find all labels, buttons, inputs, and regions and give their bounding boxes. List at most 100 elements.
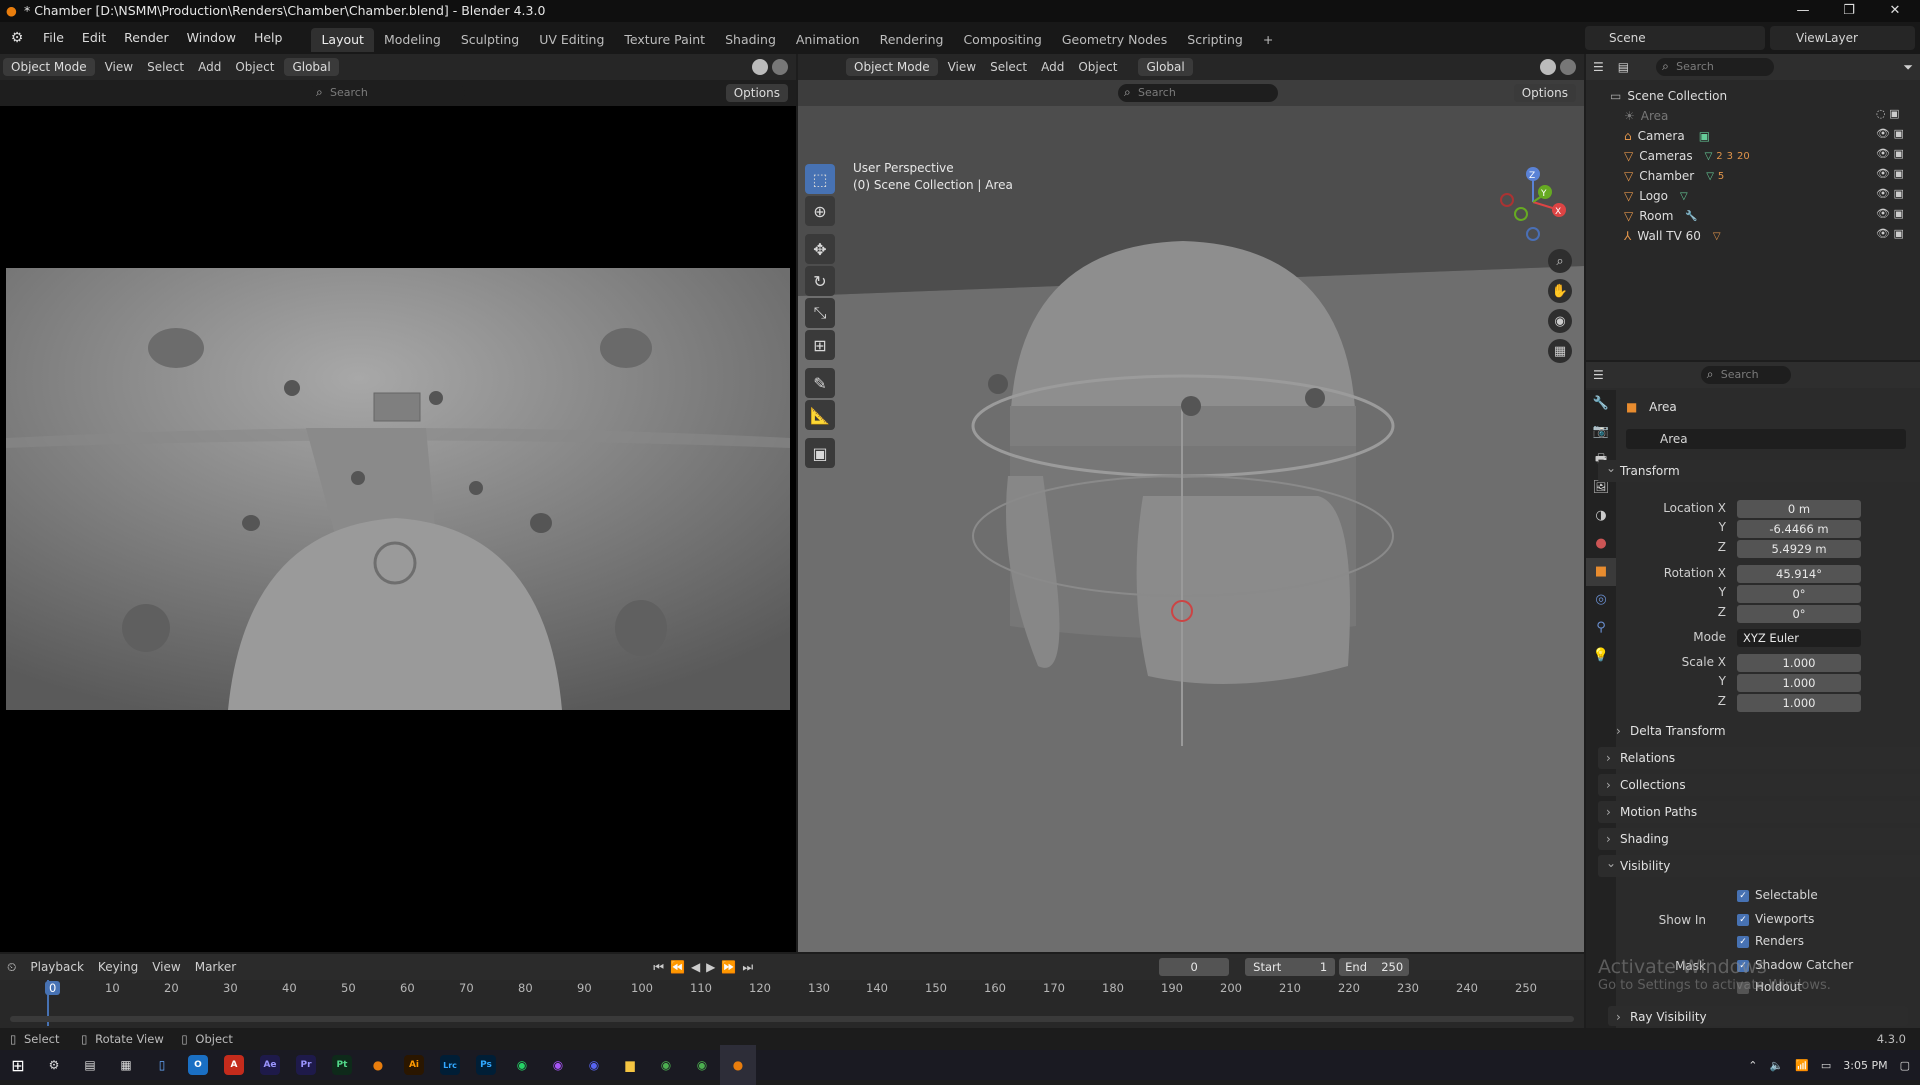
filter-icon[interactable]: ⏷ — [1896, 60, 1920, 75]
lightroom-icon[interactable]: Lrc — [432, 1045, 468, 1085]
eye-icon[interactable]: 👁 ▣ — [1876, 184, 1904, 204]
close-button[interactable]: ✕ — [1872, 0, 1918, 22]
pan-hand-icon[interactable]: ✋ — [1548, 279, 1572, 303]
tab-uv-editing[interactable]: UV Editing — [529, 28, 614, 52]
tool-tab-icon[interactable]: 🔧 — [1586, 390, 1616, 418]
relations-section[interactable]: Relations — [1598, 747, 1920, 769]
editor-type-icon[interactable]: ☰ — [1586, 60, 1611, 74]
outlook-icon[interactable]: O — [180, 1045, 216, 1085]
editor-type-icon[interactable]: ⏲ — [0, 960, 23, 975]
tab-layout[interactable]: Layout — [311, 28, 374, 52]
scale-x-field[interactable]: 1.000 — [1737, 654, 1861, 672]
material-shading-icon[interactable] — [1560, 59, 1576, 75]
object-name-field[interactable]: Area — [1626, 429, 1906, 449]
outliner-row-area[interactable]: ☀ Area — [1586, 106, 1920, 126]
tab-modeling[interactable]: Modeling — [374, 28, 451, 52]
scene-tab-icon[interactable]: ◑ — [1586, 502, 1616, 530]
blender-taskbar-icon[interactable]: ● — [360, 1045, 396, 1085]
menu-add[interactable]: Add — [1034, 60, 1071, 74]
photoshop-icon[interactable]: Ps — [468, 1045, 504, 1085]
solid-shading-icon[interactable] — [1540, 59, 1556, 75]
outliner-row-cameras[interactable]: ▽ Cameras ▽ 2 3 20 — [1586, 146, 1920, 166]
solid-shading-icon[interactable] — [752, 59, 768, 75]
blender-active-icon[interactable]: ● — [720, 1045, 756, 1085]
menu-view[interactable]: View — [145, 960, 187, 974]
ortho-grid-icon[interactable]: ▦ — [1548, 339, 1572, 363]
outliner-row-chamber[interactable]: ▽ Chamber ▽ 5 — [1586, 166, 1920, 186]
transform-tool[interactable]: ⊞ — [805, 330, 835, 360]
add-cube-tool[interactable]: ▣ — [805, 438, 835, 468]
camera-view-icon[interactable]: ◉ — [1548, 309, 1572, 333]
3d-viewport[interactable]: Object Mode View Select Add Object Globa… — [798, 54, 1584, 952]
menu-playback[interactable]: Playback — [23, 960, 91, 974]
tab-sculpting[interactable]: Sculpting — [451, 28, 529, 52]
wifi-icon[interactable]: 📶 — [1795, 1059, 1809, 1072]
shadow-catcher-checkbox[interactable]: ✓ Shadow Catcher — [1737, 958, 1853, 972]
current-frame-field[interactable]: 0 — [1159, 958, 1230, 976]
outliner-row-room[interactable]: ▽ Room 🔧 — [1586, 206, 1920, 226]
move-tool[interactable]: ✥ — [805, 234, 835, 264]
right-options-button[interactable]: Options — [1513, 84, 1576, 102]
right-search-input[interactable]: Search — [1118, 83, 1278, 102]
folder-icon[interactable]: ▆ — [612, 1045, 648, 1085]
collections-section[interactable]: Collections — [1598, 774, 1920, 796]
menu-select[interactable]: Select — [983, 60, 1034, 74]
left-options-button[interactable]: Options — [725, 84, 788, 102]
rotation-mode-select[interactable]: XYZ Euler — [1737, 629, 1861, 647]
eye-icon[interactable]: 👁 ▣ — [1876, 224, 1904, 244]
location-z-field[interactable]: 5.4929 m — [1737, 540, 1861, 558]
chevron-up-icon[interactable]: ⌃ — [1748, 1059, 1757, 1072]
eye-icon[interactable]: 👁 ▣ — [1876, 204, 1904, 224]
mode-select[interactable]: Object Mode — [846, 58, 938, 76]
windows-start-icon[interactable]: ⊞ — [0, 1045, 36, 1085]
illustrator-icon[interactable]: Ai — [396, 1045, 432, 1085]
restore-button[interactable]: ❐ — [1826, 0, 1872, 22]
object-tab-icon[interactable]: ■ — [1586, 558, 1616, 586]
pt-icon[interactable]: Pt — [324, 1045, 360, 1085]
calculator-icon[interactable]: ▦ — [108, 1045, 144, 1085]
menu-marker[interactable]: Marker — [188, 960, 243, 974]
location-y-field[interactable]: -6.4466 m — [1737, 520, 1861, 538]
scene-selector[interactable]: Scene — [1585, 26, 1765, 50]
after-effects-icon[interactable]: Ae — [252, 1045, 288, 1085]
measure-tool[interactable]: 📐 — [805, 400, 835, 430]
camera-viewport[interactable]: Object Mode View Select Add Object Globa… — [0, 54, 796, 952]
viewports-checkbox[interactable]: ✓ Viewports — [1737, 912, 1814, 926]
menu-view[interactable]: View — [98, 60, 140, 74]
constraints-tab-icon[interactable]: ⚲ — [1586, 614, 1616, 642]
scale-y-field[interactable]: 1.000 — [1737, 674, 1861, 692]
annotate-tool[interactable]: ✎ — [805, 368, 835, 398]
premiere-icon[interactable]: Pr — [288, 1045, 324, 1085]
object-data-tab-icon[interactable]: 💡 — [1586, 642, 1616, 670]
editor-type-icon[interactable]: ☰ — [1586, 368, 1611, 382]
settings-icon[interactable]: ⚙ — [36, 1045, 72, 1085]
location-x-field[interactable]: 0 m — [1737, 500, 1861, 518]
scale-tool[interactable]: ⤡ — [805, 298, 835, 328]
menu-view[interactable]: View — [941, 60, 983, 74]
playback-controls[interactable]: ⏮⏪◀▶⏩⏭ — [653, 960, 759, 975]
menu-select[interactable]: Select — [140, 60, 191, 74]
battery-icon[interactable]: ▭ — [1821, 1059, 1831, 1072]
menu-help[interactable]: Help — [245, 22, 292, 54]
orientation-select[interactable]: Global — [1138, 58, 1193, 76]
minimize-button[interactable]: — — [1780, 0, 1826, 22]
discord-icon[interactable]: ◉ — [576, 1045, 612, 1085]
world-tab-icon[interactable]: ● — [1586, 530, 1616, 558]
transform-section[interactable]: Transform — [1598, 457, 1920, 482]
menu-edit[interactable]: Edit — [73, 22, 115, 54]
physics-tab-icon[interactable]: ◎ — [1586, 586, 1616, 614]
render-tab-icon[interactable]: 📷 — [1586, 418, 1616, 446]
notes-icon[interactable]: ▯ — [144, 1045, 180, 1085]
menu-render[interactable]: Render — [115, 22, 178, 54]
acrobat-icon[interactable]: A — [216, 1045, 252, 1085]
motion-paths-section[interactable]: Motion Paths — [1598, 801, 1920, 823]
visibility-section[interactable]: Visibility — [1598, 852, 1920, 877]
material-shading-icon[interactable] — [772, 59, 788, 75]
notification-icon[interactable]: ▢ — [1900, 1059, 1910, 1072]
properties-search-input[interactable]: Search — [1700, 365, 1791, 384]
end-frame-field[interactable]: End 250 — [1339, 958, 1410, 976]
tab-compositing[interactable]: Compositing — [953, 28, 1051, 52]
scene-collection-row[interactable]: ▭ Scene Collection — [1586, 86, 1920, 106]
outliner-row-wall-tv[interactable]: ⅄ Wall TV 60 ▽ — [1586, 226, 1920, 246]
tab-shading[interactable]: Shading — [715, 28, 786, 52]
